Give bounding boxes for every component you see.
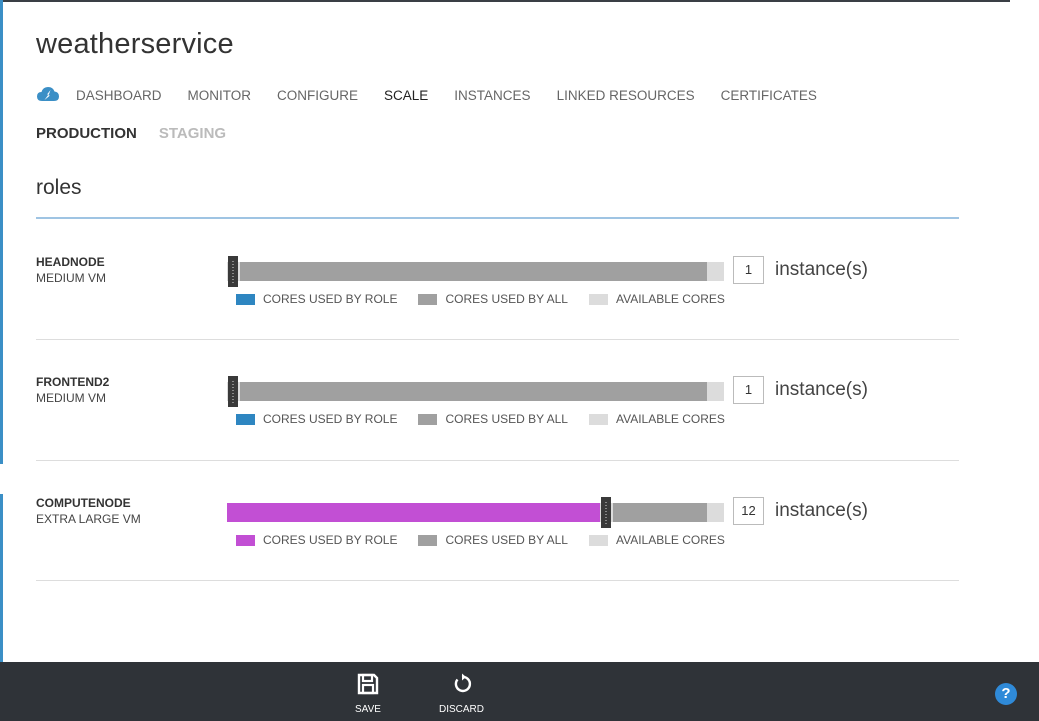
row-divider [36, 580, 959, 581]
role-vm-size: MEDIUM VM [36, 271, 106, 285]
instance-unit-label: instance(s) [775, 259, 868, 280]
slider-thumb[interactable] [228, 376, 238, 407]
legend-available: AVAILABLE CORES [588, 533, 725, 547]
row-divider [36, 339, 959, 340]
legend-all: CORES USED BY ALL [418, 412, 568, 426]
cores-used-by-all-bar [240, 262, 707, 281]
legend-role: CORES USED BY ROLE [236, 533, 397, 547]
legend-all-label: CORES USED BY ALL [445, 412, 568, 426]
env-staging[interactable]: STAGING [159, 125, 226, 142]
window-top-border [0, 0, 1010, 2]
legend-all-swatch [418, 413, 438, 425]
legend-role: CORES USED BY ROLE [236, 292, 397, 306]
section-title: roles [36, 176, 82, 199]
legend-role-swatch [236, 534, 255, 546]
legend-available-swatch [588, 413, 608, 425]
cloud-service-icon[interactable] [36, 85, 60, 105]
instance-slider[interactable] [227, 376, 724, 407]
save-label: SAVE [355, 704, 381, 715]
discard-label: DISCARD [439, 704, 485, 715]
legend-role-swatch [236, 293, 255, 305]
instance-count-input[interactable]: 1 [733, 376, 764, 404]
tab-monitor[interactable]: MONITOR [188, 88, 252, 103]
page-title: weatherservice [36, 28, 234, 60]
main-nav: DASHBOARD MONITOR CONFIGURE SCALE INSTAN… [36, 84, 843, 106]
role-row-headnode: HEADNODE MEDIUM VM 1 instance(s) CORES U… [36, 255, 959, 375]
role-row-computenode: COMPUTENODE EXTRA LARGE VM 12 instance(s… [36, 496, 959, 616]
legend-all-swatch [418, 534, 438, 546]
tab-dashboard[interactable]: DASHBOARD [76, 88, 162, 103]
instance-unit-label: instance(s) [775, 500, 868, 521]
legend-available-label: AVAILABLE CORES [615, 412, 725, 426]
tab-configure[interactable]: CONFIGURE [277, 88, 358, 103]
tab-instances[interactable]: INSTANCES [454, 88, 530, 103]
slider-thumb[interactable] [228, 256, 238, 287]
legend-available-label: AVAILABLE CORES [615, 533, 725, 547]
role-vm-size: MEDIUM VM [36, 391, 106, 405]
legend-role-swatch [236, 413, 255, 425]
slider-thumb[interactable] [601, 497, 611, 528]
tab-scale[interactable]: SCALE [384, 88, 428, 103]
cores-used-by-all-bar [240, 382, 707, 401]
save-button[interactable]: SAVE [355, 672, 381, 715]
slider-legend: CORES USED BY ROLE CORES USED BY ALL AVA… [236, 412, 746, 426]
legend-role-label: CORES USED BY ROLE [263, 292, 398, 306]
role-name: COMPUTENODE [36, 496, 131, 510]
legend-available: AVAILABLE CORES [588, 412, 725, 426]
tab-linked-resources[interactable]: LINKED RESOURCES [557, 88, 695, 103]
cores-used-by-all-bar [613, 503, 707, 522]
legend-all-label: CORES USED BY ALL [445, 533, 568, 547]
legend-available-swatch [588, 293, 608, 305]
undo-icon [454, 673, 471, 693]
tab-certificates[interactable]: CERTIFICATES [721, 88, 817, 103]
role-vm-size: EXTRA LARGE VM [36, 512, 141, 526]
discard-button[interactable]: DISCARD [439, 672, 484, 715]
save-icon [357, 673, 379, 695]
page-accent-bar-lower [0, 494, 3, 662]
instance-slider[interactable] [227, 497, 724, 528]
instance-count-input[interactable]: 12 [733, 497, 764, 525]
page-accent-bar [0, 0, 3, 464]
legend-role-label: CORES USED BY ROLE [263, 533, 398, 547]
role-name: HEADNODE [36, 255, 105, 269]
legend-available-label: AVAILABLE CORES [615, 292, 725, 306]
slider-legend: CORES USED BY ROLE CORES USED BY ALL AVA… [236, 533, 746, 547]
command-bar: SAVE DISCARD [0, 662, 1039, 721]
legend-all: CORES USED BY ALL [418, 533, 568, 547]
env-production[interactable]: PRODUCTION [36, 125, 137, 142]
legend-available-swatch [588, 534, 608, 546]
legend-all: CORES USED BY ALL [418, 292, 568, 306]
help-icon[interactable]: ? [995, 683, 1017, 705]
instance-unit-label: instance(s) [775, 379, 868, 400]
legend-role-label: CORES USED BY ROLE [263, 412, 398, 426]
instance-slider[interactable] [227, 256, 724, 287]
row-divider [36, 460, 959, 461]
legend-all-swatch [418, 293, 438, 305]
instance-count-input[interactable]: 1 [733, 256, 764, 284]
cores-used-by-role-bar [227, 503, 600, 522]
section-divider [36, 217, 959, 219]
slider-legend: CORES USED BY ROLE CORES USED BY ALL AVA… [236, 292, 746, 306]
role-name: FRONTEND2 [36, 375, 110, 389]
environment-switcher: PRODUCTION STAGING [36, 125, 248, 142]
role-row-frontend2: FRONTEND2 MEDIUM VM 1 instance(s) CORES … [36, 375, 959, 495]
legend-available: AVAILABLE CORES [588, 292, 725, 306]
legend-all-label: CORES USED BY ALL [445, 292, 568, 306]
legend-role: CORES USED BY ROLE [236, 412, 397, 426]
